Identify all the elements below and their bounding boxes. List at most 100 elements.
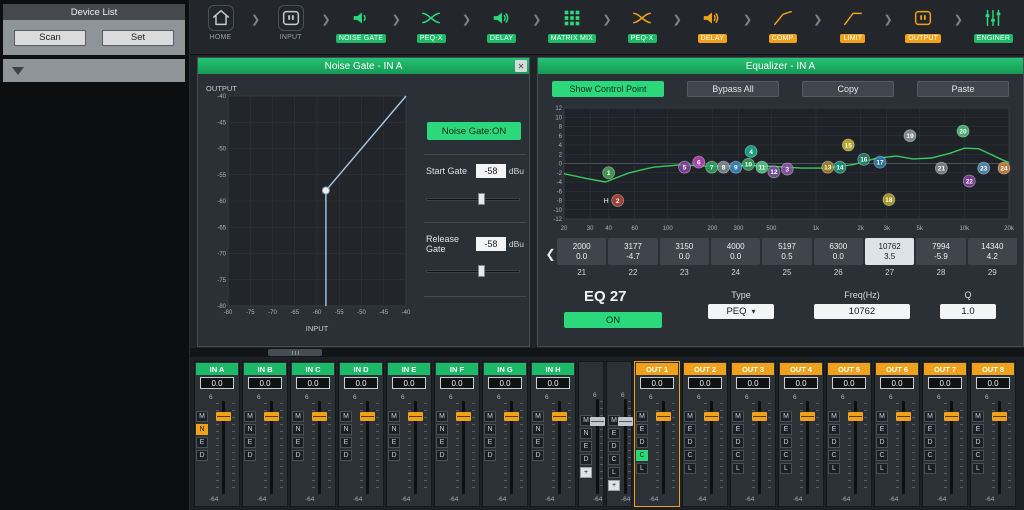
channel-strip-out-8[interactable]: OUT 80.0MEDCL6-64 (970, 361, 1016, 507)
eq-on-button[interactable]: ON (564, 312, 662, 328)
channel-btn-d[interactable]: D (292, 450, 304, 461)
eq-band-values[interactable]: 20000.0 (557, 238, 606, 265)
channel-btn-m[interactable]: M (532, 411, 544, 422)
eq-band-21[interactable]: 20000.021 (557, 238, 606, 277)
channel-gain-value[interactable]: 0.0 (976, 377, 1010, 389)
channel-btn-e[interactable]: E (532, 437, 544, 448)
eq-band-values[interactable]: 7994-5.9 (916, 238, 965, 265)
q-input[interactable]: 1.0 (940, 304, 996, 319)
eq-band-22[interactable]: 3177-4.722 (608, 238, 657, 277)
channel-btn-d[interactable]: D (636, 437, 648, 448)
scrollbar-handle[interactable] (268, 349, 322, 356)
fader-handle[interactable] (704, 412, 719, 421)
channel-strip-in-d[interactable]: IN D0.0MNED6-64 (338, 361, 384, 507)
channel-btn-l[interactable]: L (924, 463, 936, 474)
channel-btn-m[interactable]: M (684, 411, 696, 422)
channel-btn-c[interactable]: C (972, 450, 984, 461)
slider-thumb[interactable] (478, 193, 485, 205)
channel-gain-value[interactable]: 0.0 (200, 377, 234, 389)
channel-btn-l[interactable]: L (636, 463, 648, 474)
paste-button[interactable]: Paste (917, 81, 1009, 97)
channel-strip-out-7[interactable]: OUT 70.0MEDCL6-64 (922, 361, 968, 507)
scan-button[interactable]: Scan (14, 30, 86, 46)
eq-band-29[interactable]: 143404.229 (968, 238, 1017, 277)
channel-btn-plus[interactable]: + (608, 480, 620, 491)
channel-btn-d[interactable]: D (532, 450, 544, 461)
channel-gain-value[interactable]: 0.0 (784, 377, 818, 389)
channel-btn-m[interactable]: M (340, 411, 352, 422)
channel-btn-l[interactable]: L (732, 463, 744, 474)
channel-btn-e[interactable]: E (608, 428, 620, 439)
channel-btn-m[interactable]: M (484, 411, 496, 422)
channel-btn-c[interactable]: C (924, 450, 936, 461)
channel-btn-d[interactable]: D (684, 437, 696, 448)
channel-gain-value[interactable]: 0.0 (488, 377, 522, 389)
fader-handle[interactable] (264, 412, 279, 421)
channel-gain-value[interactable]: 0.0 (688, 377, 722, 389)
channel-btn-m[interactable]: M (244, 411, 256, 422)
fader-handle[interactable] (552, 412, 567, 421)
channel-btn-d[interactable]: D (972, 437, 984, 448)
noise-gate-window-title[interactable]: Noise Gate - IN A ✕ (198, 58, 529, 74)
channel-btn-d[interactable]: D (388, 450, 400, 461)
channel-btn-e[interactable]: E (244, 437, 256, 448)
eq-band-25[interactable]: 51970.525 (762, 238, 811, 277)
channel-btn-e[interactable]: E (292, 437, 304, 448)
channel-strip-in-c[interactable]: IN C0.0MNED6-64 (290, 361, 336, 507)
module-home[interactable]: HOME (190, 0, 251, 41)
fader-handle[interactable] (590, 417, 605, 426)
channel-btn-n[interactable]: N (388, 424, 400, 435)
channel-btn-d[interactable]: D (436, 450, 448, 461)
channel-btn-n[interactable]: N (436, 424, 448, 435)
eq-band-28[interactable]: 7994-5.928 (916, 238, 965, 277)
channel-btn-c[interactable]: C (732, 450, 744, 461)
channel-label[interactable]: OUT 5 (828, 363, 870, 375)
eq-band-values[interactable]: 3177-4.7 (608, 238, 657, 265)
channel-btn-m[interactable]: M (388, 411, 400, 422)
fader-track[interactable] (596, 399, 599, 494)
channel-strip-in-f[interactable]: IN F0.0MNED6-64 (434, 361, 480, 507)
channel-btn-e[interactable]: E (436, 437, 448, 448)
channel-strip-out-5[interactable]: OUT 50.0MEDCL6-64 (826, 361, 872, 507)
channel-btn-e[interactable]: E (340, 437, 352, 448)
fader-handle[interactable] (944, 412, 959, 421)
fader-handle[interactable] (456, 412, 471, 421)
channel-label[interactable]: OUT 6 (876, 363, 918, 375)
channel-btn-d[interactable]: D (340, 450, 352, 461)
channel-btn-c[interactable]: C (876, 450, 888, 461)
horizontal-scrollbar[interactable] (190, 348, 1024, 357)
channel-gain-value[interactable]: 0.0 (832, 377, 866, 389)
module-enginer[interactable]: ENGINER (963, 0, 1024, 43)
module-peq-x[interactable]: PEQ-X (401, 0, 462, 43)
fader-handle[interactable] (216, 412, 231, 421)
eq-band-26[interactable]: 63000.026 (814, 238, 863, 277)
channel-btn-c[interactable]: C (828, 450, 840, 461)
channel-btn-n[interactable]: N (196, 424, 208, 435)
channel-btn-e[interactable]: E (732, 424, 744, 435)
eq-band-23[interactable]: 31500.023 (660, 238, 709, 277)
channel-btn-m[interactable]: M (780, 411, 792, 422)
channel-label[interactable]: IN C (292, 363, 334, 375)
channel-strip-out-1[interactable]: OUT 10.0MEDCL6-64 (634, 361, 680, 507)
channel-gain-value[interactable]: 0.0 (736, 377, 770, 389)
channel-btn-e[interactable]: E (484, 437, 496, 448)
channel-strip-in-h[interactable]: IN H0.0MNED6-64 (530, 361, 576, 507)
noise-gate-graph[interactable]: -80-75-70-65-60-55-50-45-40-40-45-50-55-… (204, 82, 416, 337)
show-control-point-button[interactable]: Show Control Point (552, 81, 664, 97)
freq-input[interactable]: 10762 (814, 304, 910, 319)
channel-gain-value[interactable]: 0.0 (880, 377, 914, 389)
fader-handle[interactable] (848, 412, 863, 421)
channel-label[interactable]: OUT 1 (636, 363, 678, 375)
slider-thumb[interactable] (478, 265, 485, 277)
channel-btn-d[interactable]: D (196, 450, 208, 461)
channel-btn-c[interactable]: C (780, 450, 792, 461)
channel-btn-n[interactable]: N (532, 424, 544, 435)
channel-btn-l[interactable]: L (828, 463, 840, 474)
start-gate-slider[interactable] (426, 192, 520, 206)
fader-handle[interactable] (896, 412, 911, 421)
module-comp[interactable]: COMP (752, 0, 813, 43)
module-noise-gate[interactable]: NOISE GATE (331, 0, 392, 43)
channel-btn-l[interactable]: L (876, 463, 888, 474)
channel-label[interactable]: IN H (532, 363, 574, 375)
fader-handle[interactable] (312, 412, 327, 421)
